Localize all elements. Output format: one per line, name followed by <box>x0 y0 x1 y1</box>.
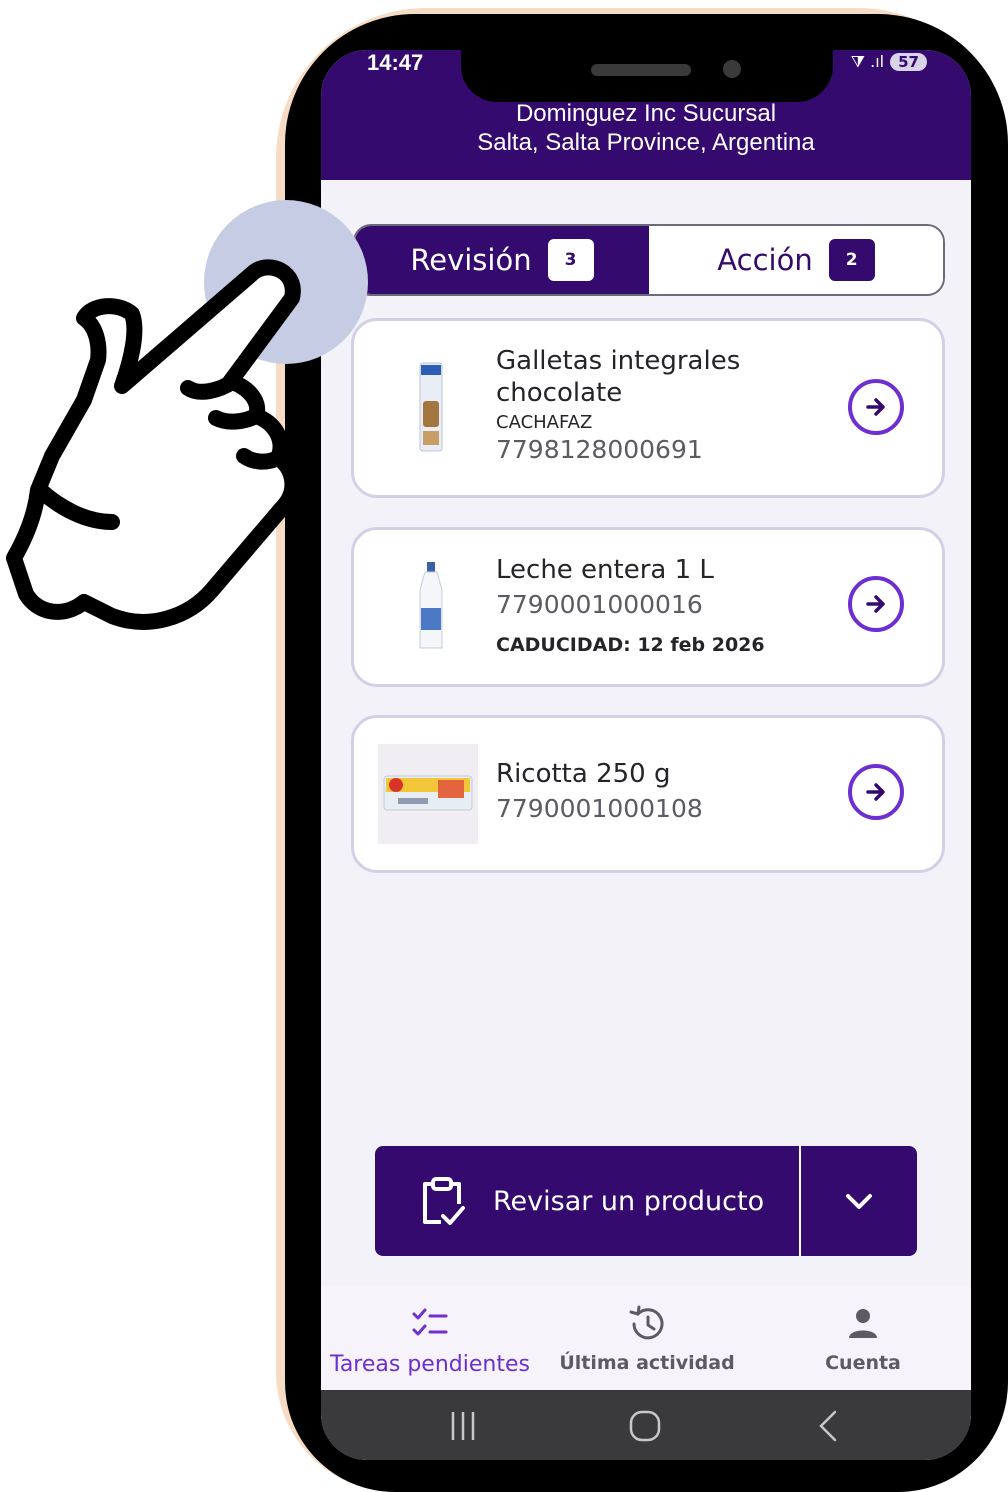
person-icon <box>849 1309 877 1338</box>
open-product-button[interactable] <box>848 379 904 435</box>
store-name: Dominguez Inc Sucursal <box>515 100 777 127</box>
nav-pending-tasks[interactable]: Tareas pendientes <box>321 1286 539 1390</box>
battery-icon: 57 <box>890 53 927 71</box>
product-title-line1: Galletas integrales <box>496 346 741 376</box>
back-icon[interactable] <box>809 1406 849 1446</box>
tab-accion[interactable]: Acción 2 <box>649 226 943 294</box>
product-card-leche[interactable]: Leche entera 1 L 7790001000016 CADUCIDAD… <box>351 527 945 687</box>
tab-revision-label: Revisión <box>410 243 532 277</box>
app-screen: 14:47 ⧩ .ıl 57 Dominguez Inc Sucursal Sa… <box>321 50 971 1460</box>
task-tabs: Revisión 3 Acción 2 <box>353 224 945 296</box>
tab-revision[interactable]: Revisión 3 <box>355 226 649 294</box>
product-title: Ricotta 250 g <box>496 759 671 789</box>
review-options-dropdown[interactable] <box>801 1146 917 1256</box>
tab-accion-count: 2 <box>828 239 875 281</box>
pointing-hand-icon <box>6 200 368 630</box>
tab-accion-label: Acción <box>717 243 813 277</box>
speaker-grille <box>591 64 691 76</box>
status-time: 14:47 <box>367 50 424 75</box>
product-brand: CACHAFAZ <box>496 412 593 433</box>
product-image-leche <box>414 560 448 652</box>
open-product-button[interactable] <box>848 576 904 632</box>
clipboard-check-icon <box>423 1177 465 1225</box>
status-icons: ⧩ .ıl 57 <box>851 52 927 72</box>
product-title-line2: chocolate <box>496 378 623 408</box>
review-product-split-button: Revisar un producto <box>375 1146 917 1256</box>
front-camera <box>723 60 741 78</box>
product-image-ricotta <box>378 744 478 844</box>
product-card-ricotta[interactable]: Ricotta 250 g 7790001000108 <box>351 715 945 873</box>
review-product-label: Revisar un producto <box>493 1185 765 1217</box>
product-title: Leche entera 1 L <box>496 555 714 585</box>
app-header: 14:47 ⧩ .ıl 57 Dominguez Inc Sucursal Sa… <box>321 50 971 180</box>
nav-pending-tasks-label: Tareas pendientes <box>330 1352 530 1377</box>
signal-icon: ⧩ .ıl <box>850 52 885 71</box>
nav-last-activity[interactable]: Última actividad <box>539 1286 755 1390</box>
review-product-button[interactable]: Revisar un producto <box>375 1146 799 1256</box>
product-barcode: 7790001000108 <box>496 794 703 823</box>
checklist-icon <box>412 1308 448 1336</box>
history-icon <box>629 1305 664 1340</box>
store-location: Salta, Salta Province, Argentina <box>477 129 815 156</box>
home-icon[interactable] <box>625 1406 665 1446</box>
camera-notch <box>461 50 833 102</box>
product-image-galletas <box>414 361 448 453</box>
tab-revision-count: 3 <box>547 239 594 281</box>
chevron-down-icon <box>846 1194 872 1209</box>
bottom-navigation: Tareas pendientes Última actividad Cuent… <box>321 1286 971 1390</box>
product-card-galletas[interactable]: Galletas integrales chocolate CACHAFAZ 7… <box>351 318 945 498</box>
product-barcode: 7790001000016 <box>496 590 703 619</box>
open-product-button[interactable] <box>848 764 904 820</box>
product-expiry: CADUCIDAD: 12 feb 2026 <box>496 634 765 656</box>
nav-last-activity-label: Última actividad <box>559 1352 735 1374</box>
arrow-right-icon <box>866 398 885 416</box>
nav-account-label: Cuenta <box>825 1352 901 1374</box>
arrow-right-icon <box>866 595 885 613</box>
system-navigation-bar <box>321 1390 971 1460</box>
product-barcode: 7798128000691 <box>496 435 703 464</box>
nav-account[interactable]: Cuenta <box>755 1286 971 1390</box>
recent-apps-icon[interactable] <box>443 1406 483 1446</box>
arrow-right-icon <box>866 783 885 801</box>
